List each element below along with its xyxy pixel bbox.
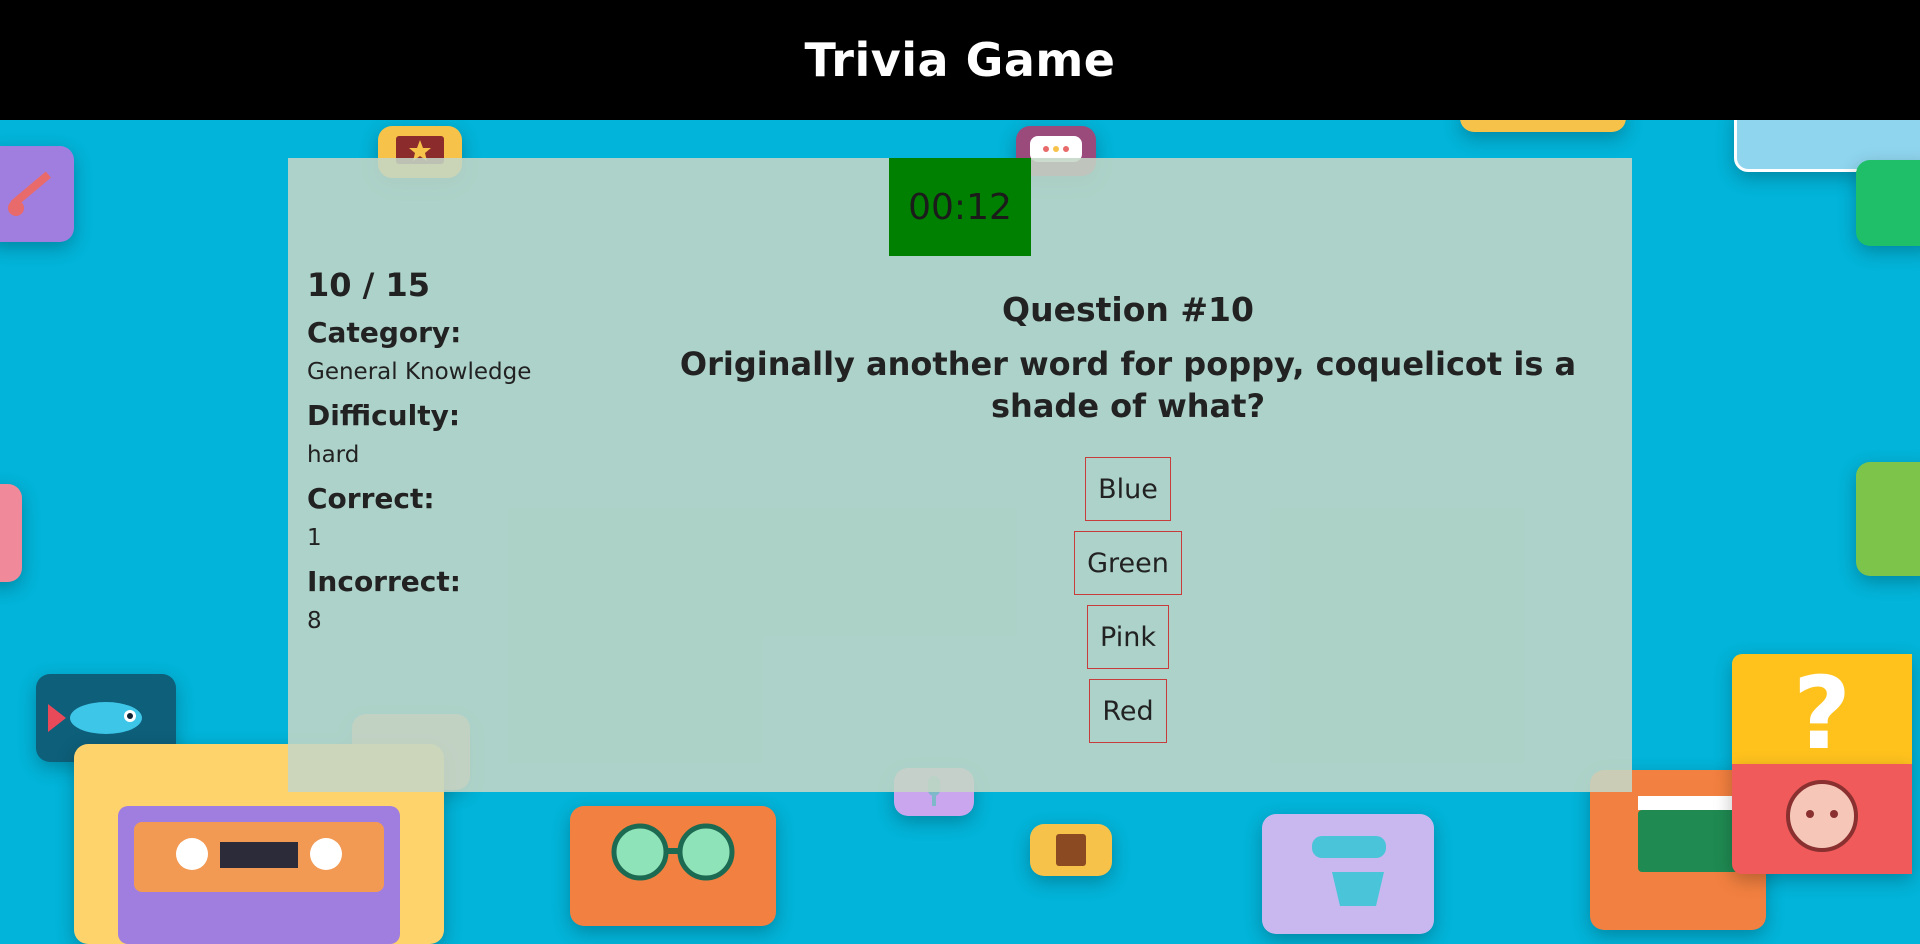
sunglasses-icon [570, 806, 776, 926]
book-icon [1030, 824, 1112, 876]
stand-mixer-icon [1262, 814, 1434, 934]
incorrect-label: Incorrect: [307, 565, 461, 598]
green-tile [1856, 160, 1920, 246]
difficulty-value: hard [307, 442, 360, 468]
pink-tile [0, 484, 22, 582]
baby-face-icon [1732, 764, 1912, 874]
question-number: Question #10 [1002, 290, 1254, 329]
incorrect-value: 8 [307, 608, 322, 634]
quiz-card: 00:12 10 / 15 Category: General Knowledg… [288, 158, 1632, 792]
question-text: Originally another word for poppy, coque… [679, 345, 1577, 425]
green-grid-tile [1856, 462, 1920, 576]
category-value: General Knowledge [307, 359, 532, 385]
countdown-timer: 00:12 [889, 158, 1031, 256]
svg-text:?: ? [1793, 655, 1851, 764]
guitar-icon [0, 146, 74, 242]
answer-button-red[interactable]: Red [1089, 679, 1167, 743]
question-progress: 10 / 15 [307, 266, 431, 304]
answer-list: Blue Green Pink Red [638, 457, 1618, 743]
question-mark-icon: ? [1732, 654, 1912, 764]
answer-button-pink[interactable]: Pink [1087, 605, 1169, 669]
category-label: Category: [307, 316, 462, 349]
correct-value: 1 [307, 525, 322, 551]
stats-panel: 10 / 15 Category: General Knowledge Diff… [307, 266, 531, 648]
difficulty-label: Difficulty: [307, 399, 461, 432]
answer-button-green[interactable]: Green [1074, 531, 1182, 595]
page-header: Trivia Game [0, 0, 1920, 120]
question-area: Question #10 Originally another word for… [638, 290, 1618, 743]
page-title: Trivia Game [804, 33, 1116, 87]
correct-label: Correct: [307, 482, 435, 515]
answer-button-blue[interactable]: Blue [1085, 457, 1171, 521]
